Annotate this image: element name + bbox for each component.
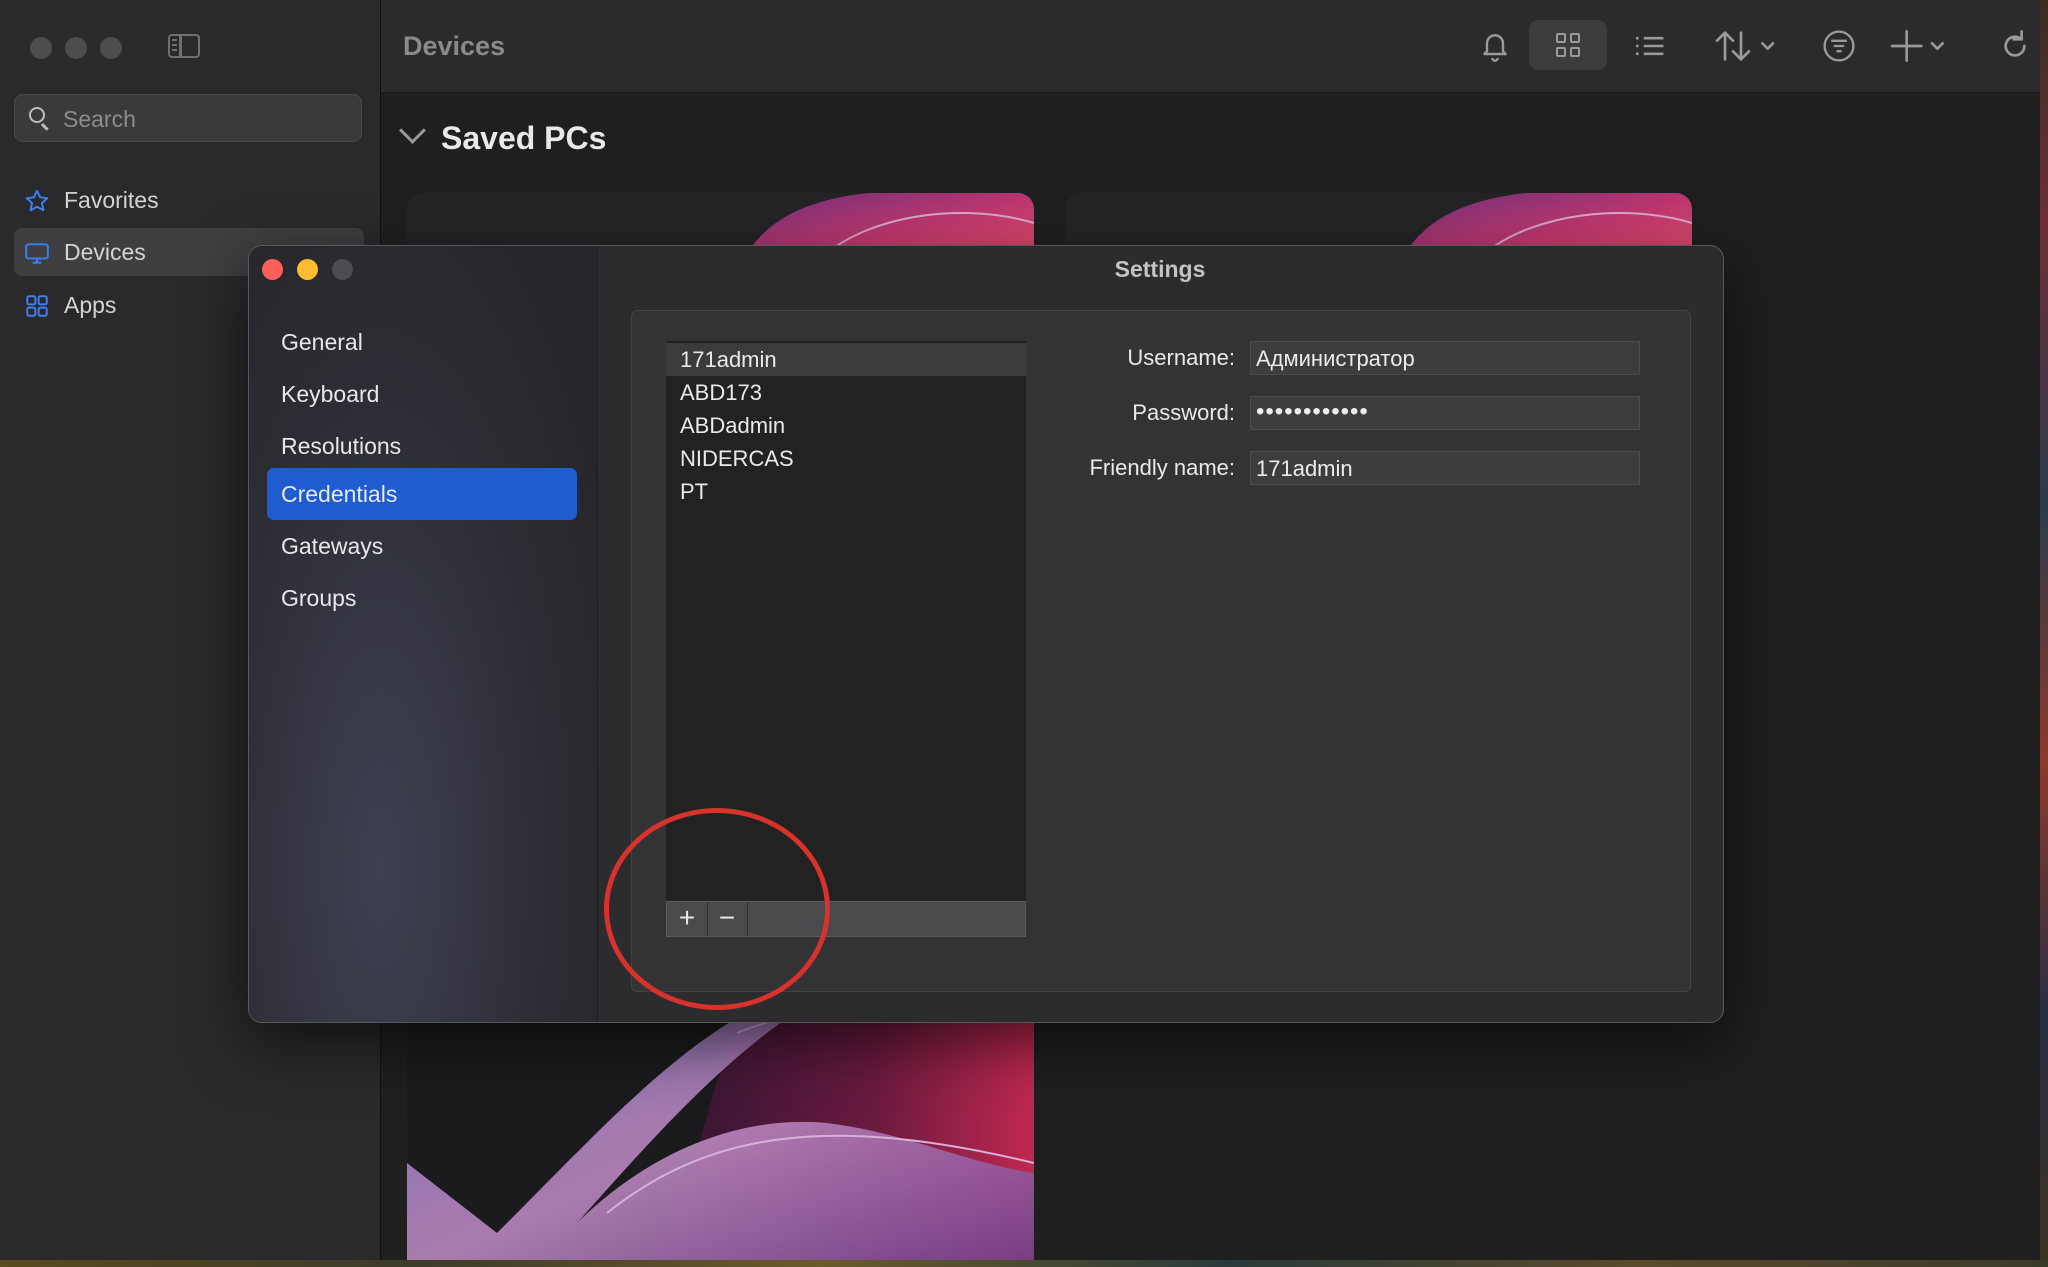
apps-grid-icon — [24, 293, 50, 317]
dialog-close-button[interactable] — [262, 259, 283, 280]
password-label: Password: — [1132, 400, 1235, 425]
dialog-zoom-button[interactable] — [332, 259, 353, 280]
settings-nav-label: Keyboard — [281, 381, 380, 407]
sidebar-item-label: Favorites — [64, 187, 159, 213]
settings-nav-credentials[interactable]: Credentials — [267, 468, 577, 520]
sort-icon[interactable] — [1713, 26, 1785, 66]
page-title: Devices — [403, 31, 506, 61]
annotation-circle — [604, 808, 830, 1010]
add-icon[interactable] — [1889, 26, 1951, 66]
window-zoom-button[interactable] — [100, 37, 122, 59]
settings-nav-general[interactable]: General — [267, 316, 577, 368]
username-value: Администратор — [1256, 346, 1415, 371]
username-label: Username: — [1127, 345, 1235, 370]
credential-name: ABD173 — [680, 380, 762, 405]
credential-name: 171admin — [680, 347, 777, 372]
refresh-icon[interactable] — [1995, 26, 2035, 66]
credential-name: ABDadmin — [680, 413, 786, 438]
credential-name: NIDERCAS — [680, 446, 794, 471]
star-icon — [24, 188, 50, 212]
search-icon — [29, 107, 45, 123]
desktop-background-edge — [0, 1260, 2048, 1267]
filter-icon[interactable] — [1819, 26, 1859, 66]
window-minimize-button[interactable] — [65, 37, 87, 59]
settings-nav-label: Credentials — [281, 481, 398, 507]
sidebar-item-label: Apps — [64, 292, 117, 318]
friendly-name-field[interactable]: 171admin — [1250, 451, 1640, 485]
sidebar-item-label: Devices — [64, 239, 146, 265]
grid-view-icon[interactable] — [1529, 20, 1607, 70]
settings-nav-label: General — [281, 329, 363, 355]
dialog-minimize-button[interactable] — [297, 259, 318, 280]
section-title: Saved PCs — [441, 120, 607, 156]
sidebar-toggle-icon[interactable] — [168, 34, 200, 58]
saved-pc-card[interactable] — [407, 993, 1034, 1260]
monitor-icon — [24, 240, 50, 264]
settings-nav-label: Gateways — [281, 533, 384, 559]
credential-name: PT — [680, 479, 709, 504]
dialog-title: Settings — [1114, 256, 1206, 282]
username-field[interactable]: Администратор — [1250, 341, 1640, 375]
window-close-button[interactable] — [30, 37, 52, 59]
list-view-icon[interactable] — [1629, 26, 1669, 66]
settings-dialog: General Keyboard Resolutions Credentials… — [248, 245, 1724, 1023]
settings-sidebar: General Keyboard Resolutions Credentials… — [249, 246, 598, 1022]
bell-icon[interactable] — [1475, 26, 1515, 66]
settings-nav-resolutions[interactable]: Resolutions — [267, 420, 577, 472]
friendly-name-value: 171admin — [1256, 456, 1353, 481]
search-placeholder: Search — [63, 106, 136, 132]
desktop-background-edge — [2040, 0, 2048, 1267]
settings-nav-label: Resolutions — [281, 433, 402, 459]
settings-nav-label: Groups — [281, 585, 357, 611]
settings-nav-groups[interactable]: Groups — [267, 572, 577, 624]
friendly-name-label: Friendly name: — [1089, 455, 1235, 480]
settings-nav-keyboard[interactable]: Keyboard — [267, 368, 577, 420]
toolbar: Devices — [381, 0, 2040, 93]
search-field[interactable]: Search — [14, 94, 362, 142]
settings-nav-gateways[interactable]: Gateways — [267, 520, 577, 572]
sidebar-item-favorites[interactable]: Favorites — [14, 176, 364, 224]
password-field[interactable]: •••••••••••• — [1250, 396, 1640, 430]
chevron-down-icon[interactable] — [399, 117, 426, 144]
password-value: •••••••••••• — [1256, 398, 1369, 425]
